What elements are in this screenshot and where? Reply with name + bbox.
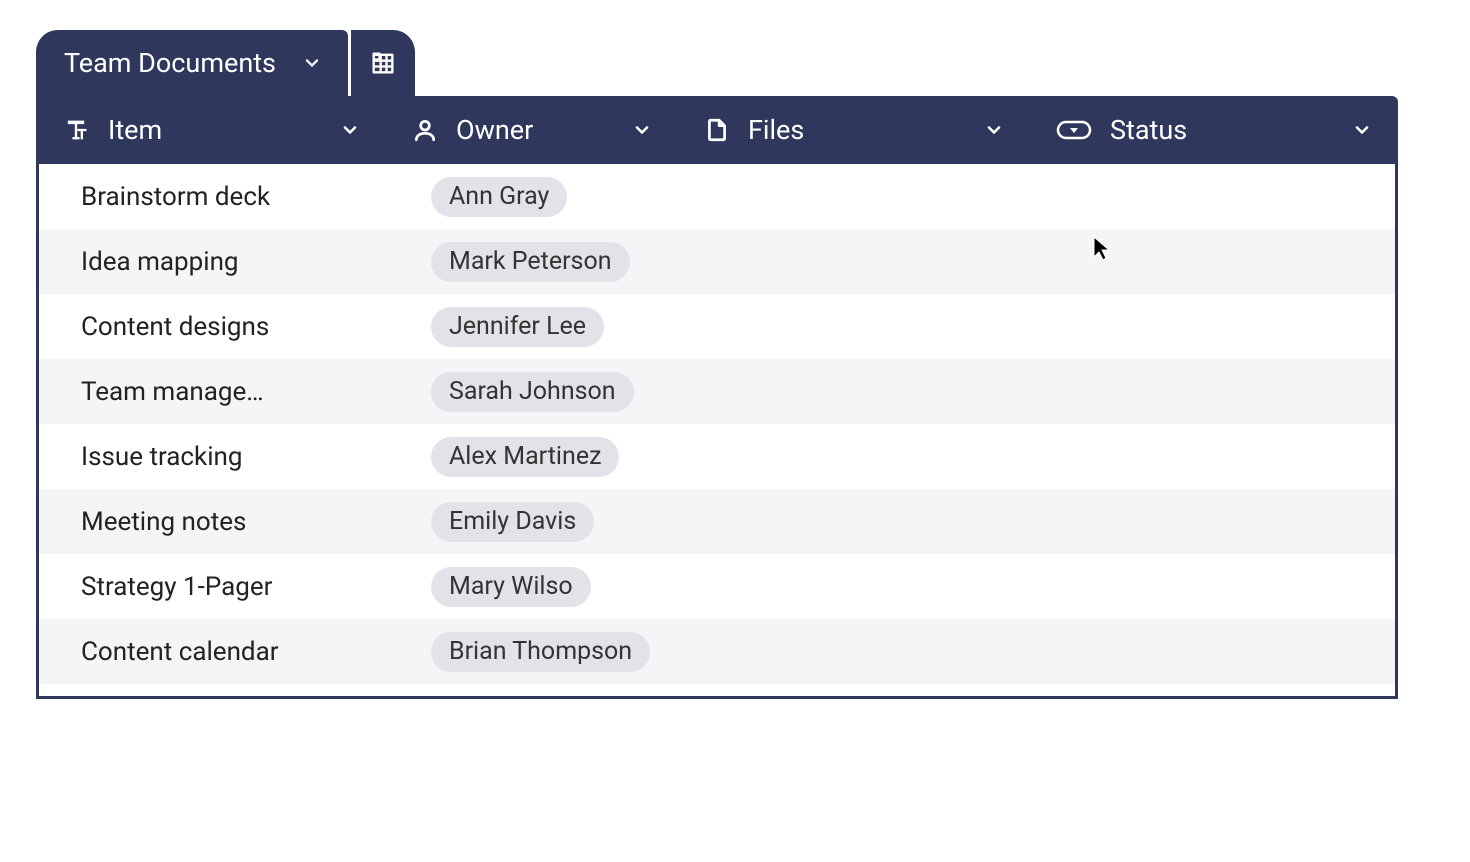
cell-item: Brainstorm deck bbox=[39, 164, 389, 229]
tab-team-documents[interactable]: Team Documents bbox=[36, 30, 348, 96]
cell-status bbox=[1033, 164, 1395, 229]
owner-chip[interactable]: Emily Davis bbox=[431, 502, 594, 542]
cell-owner: Alex Martinez bbox=[389, 424, 681, 489]
cell-item: Content designs bbox=[39, 294, 389, 359]
chevron-down-icon[interactable] bbox=[984, 120, 1004, 140]
cell-files bbox=[681, 619, 1033, 684]
item-text: Content calendar bbox=[81, 637, 279, 667]
cell-files bbox=[681, 164, 1033, 229]
cell-item: Team manage… bbox=[39, 359, 389, 424]
cell-item: Meeting notes bbox=[39, 489, 389, 554]
cell-status bbox=[1033, 489, 1395, 554]
owner-chip[interactable]: Ann Gray bbox=[431, 177, 567, 217]
owner-chip[interactable]: Alex Martinez bbox=[431, 437, 619, 477]
owner-chip[interactable]: Jennifer Lee bbox=[431, 307, 604, 347]
table-grid-icon bbox=[369, 49, 397, 77]
table-row[interactable]: Brainstorm deck Ann Gray bbox=[39, 164, 1395, 229]
table-row[interactable]: Content designs Jennifer Lee bbox=[39, 294, 1395, 359]
cell-item: Issue tracking bbox=[39, 424, 389, 489]
chevron-down-icon[interactable] bbox=[1352, 120, 1372, 140]
chevron-down-icon[interactable] bbox=[632, 120, 652, 140]
dropdown-pill-icon bbox=[1056, 118, 1092, 142]
column-label: Status bbox=[1110, 114, 1187, 146]
cell-files bbox=[681, 424, 1033, 489]
cell-status bbox=[1033, 229, 1395, 294]
column-header-status[interactable]: Status bbox=[1030, 96, 1398, 164]
item-text: Team manage… bbox=[81, 377, 264, 407]
table-body: Brainstorm deck Ann Gray Idea mapping Mark … bbox=[36, 164, 1398, 699]
column-header-row: Item Owner Files bbox=[36, 96, 1398, 164]
column-label: Owner bbox=[456, 114, 533, 146]
tab-label: Team Documents bbox=[64, 47, 276, 79]
cell-files bbox=[681, 489, 1033, 554]
text-icon bbox=[62, 116, 90, 144]
owner-chip[interactable]: Sarah Johnson bbox=[431, 372, 634, 412]
cell-status bbox=[1033, 359, 1395, 424]
cell-status bbox=[1033, 294, 1395, 359]
team-documents-table: Team Documents Item bbox=[36, 30, 1398, 699]
item-text: Idea mapping bbox=[81, 247, 239, 277]
cell-owner: Ann Gray bbox=[389, 164, 681, 229]
column-label: Files bbox=[748, 114, 804, 146]
item-text: Issue tracking bbox=[81, 442, 243, 472]
cell-files bbox=[681, 554, 1033, 619]
table-view-button[interactable] bbox=[351, 30, 415, 96]
cell-files bbox=[681, 359, 1033, 424]
chevron-down-icon[interactable] bbox=[302, 53, 322, 73]
column-header-owner[interactable]: Owner bbox=[386, 96, 678, 164]
cell-item: Idea mapping bbox=[39, 229, 389, 294]
item-text: Strategy 1-Pager bbox=[81, 572, 272, 602]
cell-owner: Mary Wilso bbox=[389, 554, 681, 619]
table-row[interactable]: Idea mapping Mark Peterson bbox=[39, 229, 1395, 294]
cell-files bbox=[681, 229, 1033, 294]
column-label: Item bbox=[108, 114, 162, 146]
tab-bar: Team Documents bbox=[36, 30, 1398, 96]
item-text: Content designs bbox=[81, 312, 269, 342]
table-row[interactable]: Strategy 1-Pager Mary Wilso bbox=[39, 554, 1395, 619]
item-text: Meeting notes bbox=[81, 507, 246, 537]
cell-owner: Sarah Johnson bbox=[389, 359, 681, 424]
column-header-item[interactable]: Item bbox=[36, 96, 386, 164]
cell-item: Strategy 1-Pager bbox=[39, 554, 389, 619]
cell-owner: Emily Davis bbox=[389, 489, 681, 554]
cell-files bbox=[681, 294, 1033, 359]
table-row[interactable]: Content calendar Brian Thompson bbox=[39, 619, 1395, 684]
table-row[interactable]: Team manage… Sarah Johnson bbox=[39, 359, 1395, 424]
cell-owner: Mark Peterson bbox=[389, 229, 681, 294]
cell-owner: Brian Thompson bbox=[389, 619, 681, 684]
cell-owner: Jennifer Lee bbox=[389, 294, 681, 359]
owner-chip[interactable]: Brian Thompson bbox=[431, 632, 650, 672]
cell-item: Content calendar bbox=[39, 619, 389, 684]
column-header-files[interactable]: Files bbox=[678, 96, 1030, 164]
table-row[interactable]: Issue tracking Alex Martinez bbox=[39, 424, 1395, 489]
owner-chip[interactable]: Mark Peterson bbox=[431, 242, 630, 282]
cell-status bbox=[1033, 424, 1395, 489]
item-text: Brainstorm deck bbox=[81, 182, 270, 212]
cell-status bbox=[1033, 619, 1395, 684]
person-icon bbox=[412, 117, 438, 143]
owner-chip[interactable]: Mary Wilso bbox=[431, 567, 591, 607]
chevron-down-icon[interactable] bbox=[340, 120, 360, 140]
cell-status bbox=[1033, 554, 1395, 619]
table-row[interactable]: Meeting notes Emily Davis bbox=[39, 489, 1395, 554]
table-spacer bbox=[39, 684, 1395, 696]
file-icon bbox=[704, 117, 730, 143]
